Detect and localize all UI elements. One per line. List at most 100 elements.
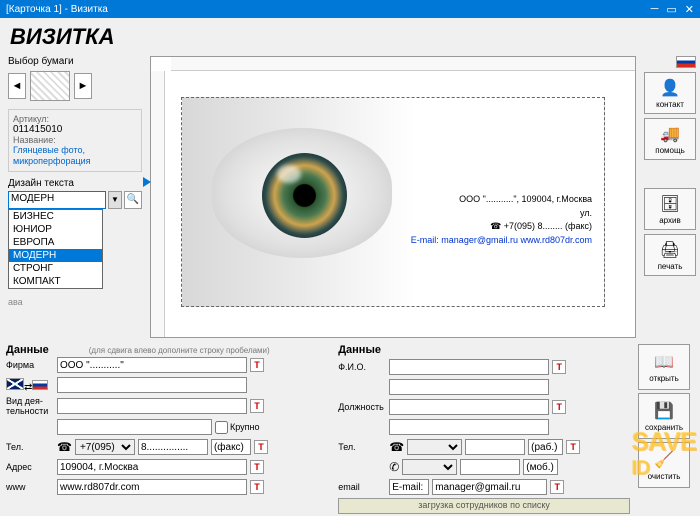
tel3-code-select[interactable] xyxy=(402,459,457,475)
www-label: www xyxy=(6,482,54,492)
format-button[interactable]: T xyxy=(552,360,566,374)
canvas-area: ООО "...........", 109004, г.Москва ул. … xyxy=(150,56,636,338)
firma-input-2[interactable] xyxy=(57,377,247,393)
flag-uk-icon[interactable] xyxy=(6,378,24,390)
name-label: Название: xyxy=(13,135,137,145)
slider-marker-icon[interactable] xyxy=(143,177,151,187)
design-option[interactable]: ЮНИОР xyxy=(9,223,102,236)
card-street-line: ул. xyxy=(411,207,592,221)
design-option[interactable]: ЕВРОПА xyxy=(9,236,102,249)
search-button[interactable]: 🔍 xyxy=(124,191,142,209)
format-button[interactable]: T xyxy=(254,440,268,454)
business-card[interactable]: ООО "...........", 109004, г.Москва ул. … xyxy=(181,97,605,307)
tel-suffix-input[interactable] xyxy=(211,439,251,455)
design-option[interactable]: БИЗНЕС xyxy=(9,210,102,223)
data-hint: (для сдвига влево дополните строку пробе… xyxy=(89,346,270,355)
tel3-num-input[interactable] xyxy=(460,459,520,475)
ruler-horizontal xyxy=(171,57,635,71)
vid-input[interactable] xyxy=(57,398,247,414)
close-button[interactable]: ✕ xyxy=(685,3,694,16)
titlebar: [Карточка 1] - Визитка ─ ▭ ✕ xyxy=(0,0,700,18)
minimize-button[interactable]: ─ xyxy=(651,3,659,16)
fio-input-2[interactable] xyxy=(389,379,549,395)
paper-preview-icon xyxy=(30,71,70,101)
firma-input[interactable] xyxy=(57,357,247,373)
maximize-button[interactable]: ▭ xyxy=(666,3,676,16)
format-button[interactable]: T xyxy=(566,440,580,454)
card-phone-line: ☎ +7(095) 8........ (факс) xyxy=(411,220,592,234)
email-input[interactable] xyxy=(432,479,547,495)
tel3-suf-input[interactable] xyxy=(523,459,558,475)
format-button[interactable]: T xyxy=(250,460,264,474)
article-label: Артикул: xyxy=(13,114,137,124)
paper-next-button[interactable]: ► xyxy=(74,73,92,99)
design-option[interactable]: КОМПАКТ xyxy=(9,275,102,288)
print-button[interactable]: 🖨печать xyxy=(644,234,696,276)
fio-input[interactable] xyxy=(389,359,549,375)
titlebar-text: [Карточка 1] - Визитка xyxy=(6,4,108,15)
book-icon: 📖 xyxy=(654,352,674,372)
page-title: ВИЗИТКА xyxy=(0,18,700,52)
swap-icon[interactable]: ⇄ xyxy=(24,382,32,393)
phone-icon: ☎ xyxy=(57,440,72,454)
fio-label: Ф.И.О. xyxy=(338,362,386,372)
tel2-suf-input[interactable] xyxy=(528,439,563,455)
tel-label-2: Тел. xyxy=(338,442,386,452)
dropdown-arrow-icon[interactable]: ▼ xyxy=(108,191,122,209)
vid-label: Вид дея-тельности xyxy=(6,396,54,416)
tel2-num-input[interactable] xyxy=(465,439,525,455)
design-option[interactable]: СТРОНГ xyxy=(9,262,102,275)
disk-icon: 💾 xyxy=(654,401,674,421)
format-button[interactable]: T xyxy=(250,358,264,372)
load-employees-button[interactable]: загрузка сотрудников по списку xyxy=(338,498,630,514)
email-prefix-input[interactable] xyxy=(389,479,429,495)
design-option-selected[interactable]: МОДЕРН xyxy=(9,249,102,262)
email-label: email xyxy=(338,482,386,492)
eye-image xyxy=(212,128,392,258)
help-button[interactable]: 🚚помощь xyxy=(644,118,696,160)
flag-ru-icon[interactable] xyxy=(32,380,48,390)
article-value: 011415010 xyxy=(13,124,137,135)
flags-label: ⇄ xyxy=(6,378,54,393)
tel-num-input[interactable] xyxy=(138,439,208,455)
mobile-icon: ✆ xyxy=(389,460,399,474)
tel2-code-select[interactable] xyxy=(407,439,462,455)
truck-icon: 🚚 xyxy=(660,124,680,144)
archive-button[interactable]: 🗄архив xyxy=(644,188,696,230)
archive-icon: 🗄 xyxy=(660,194,680,214)
paper-prev-button[interactable]: ◄ xyxy=(8,73,26,99)
clear-button[interactable]: 🧹очистить xyxy=(638,442,690,488)
printer-icon: 🖨 xyxy=(660,240,680,260)
tel-label: Тел. xyxy=(6,442,54,452)
design-label: Дизайн текста xyxy=(8,178,142,189)
vid-input-2[interactable] xyxy=(57,419,212,435)
addr-input[interactable] xyxy=(57,459,247,475)
addr-label: Адрес xyxy=(6,462,54,472)
pos-input[interactable] xyxy=(389,399,549,415)
tel-code-select[interactable]: +7(095) xyxy=(75,439,135,455)
data-header: Данные xyxy=(6,344,49,356)
format-button[interactable]: T xyxy=(550,480,564,494)
left-panel: Выбор бумаги ◄ ► Артикул: 011415010 Назв… xyxy=(0,52,150,342)
right-toolbar: 👤контакт 🚚помощь 🗄архив 🖨печать xyxy=(640,52,700,342)
design-select[interactable]: МОДЕРН xyxy=(8,191,106,209)
window-controls: ─ ▭ ✕ xyxy=(651,3,694,16)
pos-label: Должность xyxy=(338,402,386,412)
www-input[interactable] xyxy=(57,479,247,495)
save-button-right[interactable]: 💾сохранить xyxy=(638,393,690,439)
format-button[interactable]: T xyxy=(250,399,264,413)
contact-button[interactable]: 👤контакт xyxy=(644,72,696,114)
krupno-checkbox[interactable] xyxy=(215,421,228,434)
name-value: Глянцевые фото, микроперфорация xyxy=(13,145,137,167)
flag-ru-icon[interactable] xyxy=(676,56,696,68)
ruler-vertical xyxy=(151,71,165,337)
krupno-label: Крупно xyxy=(230,422,260,432)
data-header-2: Данные xyxy=(338,344,630,356)
open-button[interactable]: 📖открыть xyxy=(638,344,690,390)
pos-input-2[interactable] xyxy=(389,419,549,435)
broom-icon: 🧹 xyxy=(654,450,674,470)
design-dropdown: БИЗНЕС ЮНИОР ЕВРОПА МОДЕРН СТРОНГ КОМПАК… xyxy=(8,209,103,289)
format-button[interactable]: T xyxy=(250,480,264,494)
format-button[interactable]: T xyxy=(552,400,566,414)
card-company-line: ООО "...........", 109004, г.Москва xyxy=(411,193,592,207)
